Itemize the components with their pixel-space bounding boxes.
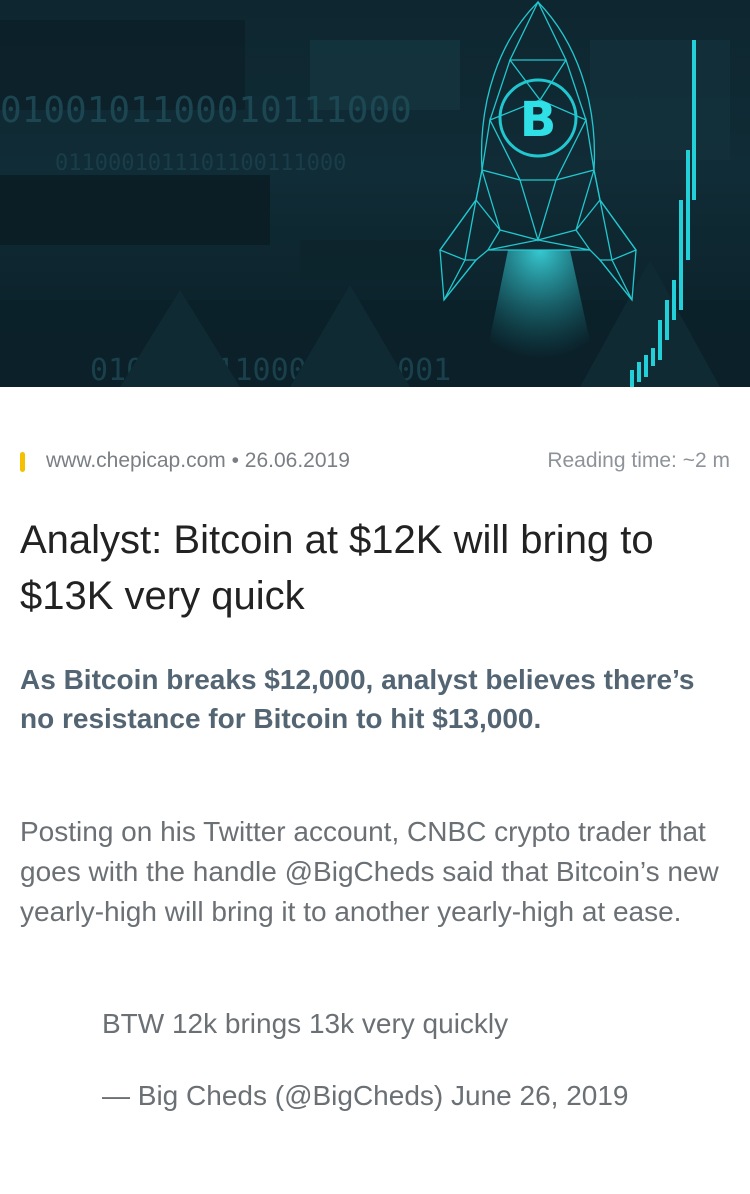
- meta-separator: •: [231, 449, 239, 472]
- source-and-date: www.chepicap.com • 26.06.2019: [46, 449, 350, 473]
- bitcoin-icon: B: [520, 92, 557, 148]
- rocket-exhaust: [480, 250, 600, 387]
- bitcoin-rocket-illustration: 0100101100010111000 01100010111011001110…: [0, 0, 750, 387]
- publish-date: 26.06.2019: [244, 449, 350, 472]
- source-link[interactable]: www.chepicap.com: [46, 449, 226, 472]
- article-body-paragraph: Posting on his Twitter account, CNBC cry…: [20, 816, 719, 927]
- article-meta: www.chepicap.com • 26.06.2019 Reading ti…: [0, 447, 750, 479]
- binary-row-1: 0100101100010111000: [0, 90, 412, 131]
- hero-image: 0100101100010111000 01100010111011001110…: [0, 0, 750, 387]
- tweet-attribution[interactable]: — Big Cheds (@BigCheds) June 26, 2019: [102, 1076, 662, 1116]
- reading-time: Reading time: ~2 m: [547, 449, 730, 472]
- article-lead: As Bitcoin breaks $12,000, analyst belie…: [20, 664, 695, 734]
- source-accent-bar: [20, 452, 25, 472]
- tweet-quote: BTW 12k brings 13k very quickly: [102, 1008, 509, 1039]
- article-title: Analyst: Bitcoin at $12K will bring to $…: [20, 518, 654, 618]
- binary-row-2: 0110001011101100111000: [55, 151, 346, 176]
